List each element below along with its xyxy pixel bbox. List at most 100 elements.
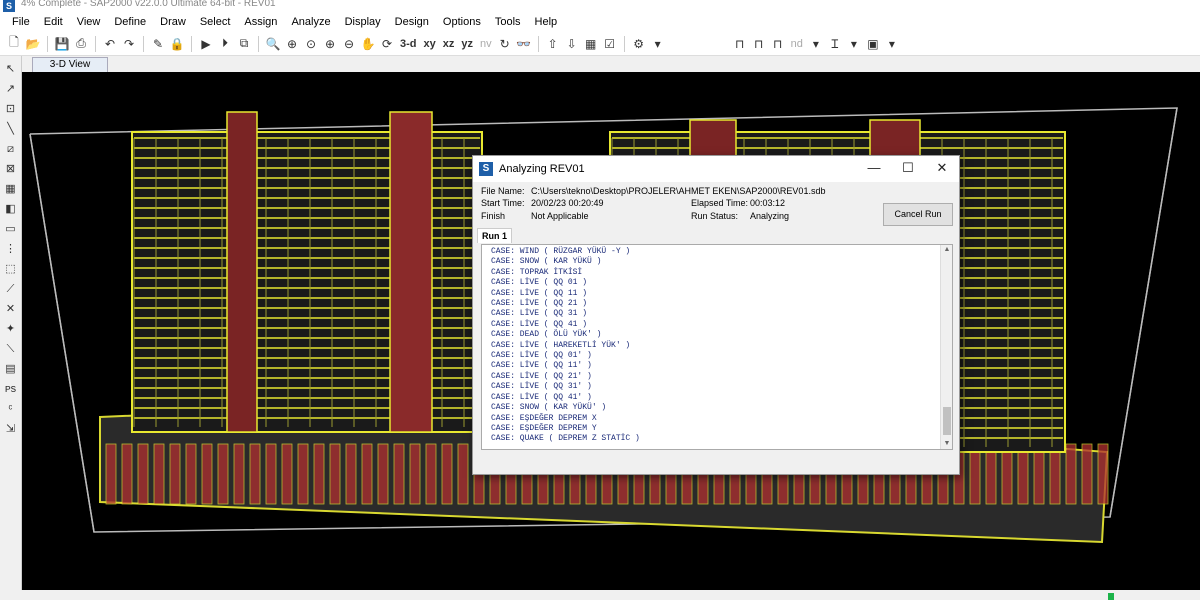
- pointer-icon[interactable]: ↖: [4, 62, 18, 76]
- zoom-extent-icon[interactable]: ⊙: [303, 36, 319, 52]
- zoom-in-icon[interactable]: ⊕: [322, 36, 338, 52]
- tab-run-1[interactable]: Run 1: [477, 228, 512, 243]
- podium-wall-panel: [377, 443, 389, 505]
- pencil-icon[interactable]: ✎: [150, 36, 166, 52]
- menu-help[interactable]: Help: [528, 16, 565, 28]
- log-line: CASE: TOPRAK İTKİSİ: [491, 267, 583, 277]
- podium-wall-panel: [441, 443, 453, 505]
- joint-icon[interactable]: ⊡: [4, 102, 18, 116]
- move-down-icon[interactable]: ⇩: [564, 36, 580, 52]
- scroll-down-icon[interactable]: ▼: [941, 439, 952, 449]
- toolbar-separator: [191, 35, 192, 52]
- run-analysis-icon[interactable]: ▶: [198, 36, 214, 52]
- toolbar-separator: [47, 35, 48, 52]
- maximize-icon[interactable]: ☐: [891, 156, 925, 180]
- menu-assign[interactable]: Assign: [237, 16, 284, 28]
- dropdown-icon[interactable]: ▾: [846, 36, 862, 52]
- close-icon[interactable]: ✕: [925, 156, 959, 180]
- view-3d-button[interactable]: 3-d: [398, 38, 419, 50]
- podium-wall-panel: [137, 443, 149, 505]
- dropdown-icon[interactable]: ▾: [650, 36, 666, 52]
- menu-draw[interactable]: Draw: [153, 16, 193, 28]
- scroll-up-icon[interactable]: ▲: [941, 245, 952, 255]
- zoom-restore-icon[interactable]: ⊕: [284, 36, 300, 52]
- more-icon[interactable]: ⋮: [4, 242, 18, 256]
- finish-value: Not Applicable: [531, 211, 589, 221]
- new-file-icon[interactable]: 🗋: [6, 35, 22, 52]
- clr-icon[interactable]: ᶜ: [4, 402, 18, 416]
- dropdown-icon[interactable]: ▾: [884, 36, 900, 52]
- menu-display[interactable]: Display: [338, 16, 388, 28]
- 3d-rotate-icon[interactable]: ⟳: [379, 36, 395, 52]
- menu-analyze[interactable]: Analyze: [284, 16, 337, 28]
- menu-tools[interactable]: Tools: [488, 16, 528, 28]
- link-icon[interactable]: ⟋: [4, 282, 18, 296]
- line-icon[interactable]: ╲: [4, 122, 18, 136]
- core-wall-center: [389, 111, 433, 433]
- open-file-icon[interactable]: 📂: [25, 36, 41, 52]
- grid-icon[interactable]: ▦: [583, 36, 599, 52]
- save-icon[interactable]: 💾: [54, 36, 70, 52]
- frame-icon[interactable]: ⊓: [732, 36, 748, 52]
- section-icon[interactable]: Ɪ: [827, 36, 843, 52]
- zoom-out-icon[interactable]: ⊖: [341, 36, 357, 52]
- bounding-box-edge: [29, 133, 95, 533]
- left-tower: [131, 111, 483, 433]
- check-icon[interactable]: ☑: [602, 36, 618, 52]
- zoom-window-icon[interactable]: 🔍: [265, 36, 281, 52]
- move-up-icon[interactable]: ⇧: [545, 36, 561, 52]
- ps-icon[interactable]: ᴘs: [4, 382, 18, 396]
- area-draw-icon[interactable]: ◧: [4, 202, 18, 216]
- print-icon[interactable]: ⎙: [73, 36, 89, 52]
- snap-icon[interactable]: ✦: [4, 322, 18, 336]
- copy-icon[interactable]: ⧉: [236, 36, 252, 52]
- rotate-view-icon[interactable]: ↻: [497, 36, 513, 52]
- view-xz-button[interactable]: xz: [441, 38, 457, 50]
- undo-icon[interactable]: ↶: [102, 36, 118, 52]
- analysis-log[interactable]: CASE: WIND ( RÜZGAR YÜKÜ -Y ) CASE: SNOW …: [481, 244, 953, 450]
- cross-icon[interactable]: ✕: [4, 302, 18, 316]
- menu-options[interactable]: Options: [436, 16, 488, 28]
- pan-icon[interactable]: ✋: [360, 36, 376, 52]
- lock-icon[interactable]: 🔒: [169, 36, 185, 52]
- area-icon[interactable]: ▣: [865, 36, 881, 52]
- minimize-icon[interactable]: —: [857, 156, 891, 180]
- tab-3d-view[interactable]: 3-D View: [32, 57, 108, 72]
- run-now-icon[interactable]: ⏵: [217, 36, 233, 52]
- podium-wall-panel: [121, 443, 133, 505]
- menu-edit[interactable]: Edit: [37, 16, 70, 28]
- podium-wall-panel: [361, 443, 373, 505]
- select-icon[interactable]: ⬚: [4, 262, 18, 276]
- reshape-icon[interactable]: ↗: [4, 82, 18, 96]
- frame-draw-icon[interactable]: ⊓: [751, 36, 767, 52]
- nd-button[interactable]: nd: [789, 38, 805, 50]
- options-icon[interactable]: ⚙: [631, 36, 647, 52]
- frame-select-icon[interactable]: ⊠: [4, 162, 18, 176]
- view-nv-button[interactable]: nv: [478, 38, 494, 50]
- dropdown-icon[interactable]: ▾: [808, 36, 824, 52]
- grid-select-icon[interactable]: ▤: [4, 362, 18, 376]
- bounding-box-edge: [1109, 107, 1178, 518]
- intersect-icon[interactable]: ⟍: [4, 342, 18, 356]
- menu-define[interactable]: Define: [107, 16, 153, 28]
- view-yz-button[interactable]: yz: [459, 38, 475, 50]
- glasses-icon[interactable]: 👓: [516, 36, 532, 52]
- grid-icon[interactable]: ▦: [4, 182, 18, 196]
- log-line: CASE: SNOW ( KAR YÜKÜ ): [491, 257, 602, 267]
- rectangle-icon[interactable]: ▭: [4, 222, 18, 236]
- redo-icon[interactable]: ↷: [121, 36, 137, 52]
- podium-wall-panel: [313, 443, 325, 505]
- menu-view[interactable]: View: [70, 16, 108, 28]
- log-scrollbar[interactable]: ▲ ▼: [940, 245, 952, 449]
- frame-draw-icon[interactable]: ⧄: [4, 142, 18, 156]
- menu-select[interactable]: Select: [193, 16, 238, 28]
- podium-wall-panel: [105, 443, 117, 505]
- arrow-icon[interactable]: ⇲: [4, 422, 18, 436]
- view-xy-button[interactable]: xy: [422, 38, 438, 50]
- scroll-thumb[interactable]: [943, 407, 951, 435]
- elapsed-time-label: Elapsed Time:: [691, 198, 749, 208]
- cancel-run-button[interactable]: Cancel Run: [883, 203, 953, 226]
- menu-file[interactable]: File: [5, 16, 37, 28]
- menu-design[interactable]: Design: [388, 16, 436, 28]
- frame-quick-icon[interactable]: ⊓: [770, 36, 786, 52]
